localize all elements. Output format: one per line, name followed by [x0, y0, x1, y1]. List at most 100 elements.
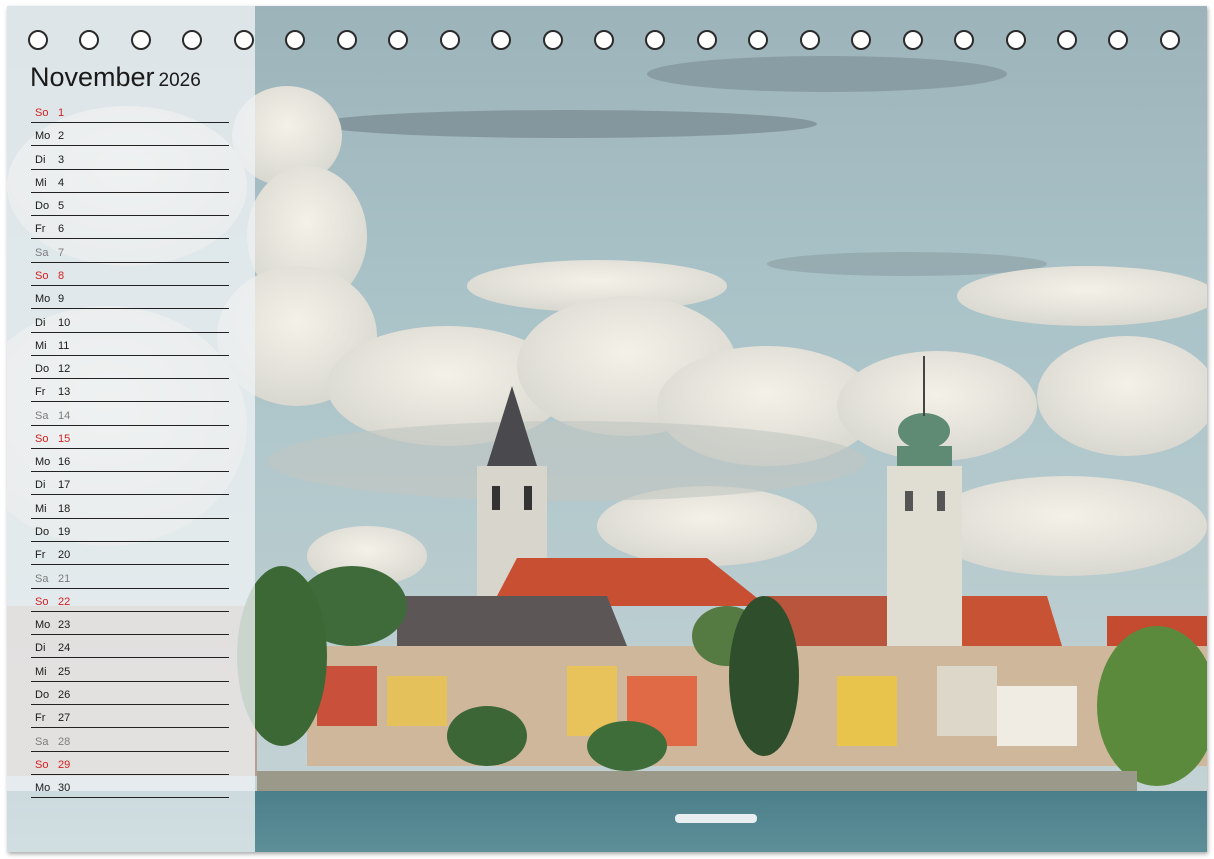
day-number: 21 — [58, 572, 71, 585]
day-number: 24 — [58, 642, 71, 655]
day-row: Do 5 — [31, 193, 229, 217]
day-number: 29 — [58, 758, 71, 771]
calendar-title: November 2026 — [30, 62, 201, 93]
day-row: Di 10 — [31, 310, 229, 333]
day-row: So 15 — [31, 426, 229, 449]
binding-hole — [1159, 30, 1180, 50]
weekday-label: Sa — [35, 572, 49, 585]
day-number: 22 — [58, 595, 71, 608]
day-row: So 1 — [31, 100, 229, 123]
day-number: 7 — [58, 246, 65, 259]
binding-hole — [1057, 30, 1077, 50]
weekday-label: So — [35, 269, 49, 282]
weekday-label: Mo — [35, 130, 51, 143]
day-row: So 29 — [31, 752, 229, 775]
day-row: Sa 28 — [31, 729, 229, 752]
weekday-label: Mo — [35, 293, 51, 306]
binding-hole — [1108, 30, 1129, 50]
weekday-label: Mi — [35, 665, 47, 678]
day-row: Mo 30 — [31, 775, 229, 799]
year: 2026 — [158, 70, 201, 91]
day-number: 11 — [58, 339, 70, 352]
day-number: 19 — [58, 526, 71, 539]
weekday-label: Do — [35, 200, 50, 213]
day-row: Di 17 — [31, 472, 229, 496]
binding-hole — [28, 30, 48, 50]
weekday-label: So — [35, 432, 49, 445]
binding-hole — [1005, 30, 1026, 50]
day-number: 13 — [58, 386, 71, 399]
day-number: 18 — [58, 502, 71, 515]
day-number: 10 — [58, 316, 71, 329]
binding-hole — [130, 30, 151, 50]
weekday-label: Do — [35, 363, 50, 376]
day-row: Mi 18 — [31, 496, 229, 519]
day-number: 2 — [58, 130, 65, 143]
weekday-label: Sa — [35, 735, 49, 748]
weekday-label: So — [35, 758, 49, 771]
weekday-label: Mo — [35, 456, 51, 469]
day-row: Mo 16 — [31, 449, 229, 473]
weekday-label: Di — [35, 316, 46, 329]
day-row: Sa 7 — [31, 240, 229, 263]
weekday-label: Mi — [35, 176, 47, 189]
day-number: 26 — [58, 689, 71, 701]
binding-hole — [79, 30, 100, 50]
day-row: Mo 23 — [31, 612, 229, 636]
binding-hole — [799, 30, 820, 50]
day-number: 12 — [58, 363, 71, 376]
month-name: November — [30, 62, 155, 92]
weekday-label: Do — [35, 526, 50, 539]
day-row: Mi 4 — [31, 170, 229, 193]
weekday-label: Fr — [35, 223, 46, 236]
day-row: So 22 — [31, 589, 229, 612]
weekday-label: Sa — [35, 246, 49, 259]
binding-hole — [902, 30, 923, 50]
binding-hole — [748, 30, 769, 50]
calendar-page: November 2026 So 1 Mo 2 Di 3 Mi 4 Do 5 Fr 6 Sa 7 So 8 Mo 9… — [7, 6, 1207, 852]
day-row: So 8 — [31, 263, 229, 286]
day-row: Sa 14 — [31, 403, 229, 426]
day-number: 14 — [58, 409, 71, 422]
day-row: Di 24 — [31, 635, 229, 659]
day-number: 6 — [58, 223, 65, 236]
weekday-label: Fr — [35, 549, 46, 562]
day-number: 28 — [58, 735, 71, 748]
binding-hole — [851, 30, 872, 50]
day-row: Do 19 — [31, 519, 229, 543]
weekday-label: Mi — [35, 339, 47, 352]
binding-hole — [388, 30, 409, 50]
day-row: Do 12 — [31, 356, 229, 380]
day-number: 20 — [58, 549, 71, 562]
day-row: Mo 2 — [31, 123, 229, 147]
day-number: 9 — [58, 293, 65, 306]
day-number: 5 — [58, 200, 65, 213]
day-number: 8 — [58, 269, 65, 282]
binding-hole — [645, 30, 666, 50]
day-row: Mi 25 — [31, 659, 229, 682]
weekday-label: Di — [35, 153, 46, 166]
day-number: 25 — [58, 665, 71, 678]
weekday-label: Fr — [35, 712, 46, 725]
day-row: Do 26 — [31, 682, 229, 705]
day-row: Fr 27 — [31, 705, 229, 729]
weekday-label: Mi — [35, 502, 47, 515]
day-number: 30 — [58, 782, 71, 795]
day-number: 16 — [58, 456, 71, 469]
day-number: 1 — [58, 107, 65, 119]
weekday-label: Mo — [35, 619, 51, 632]
weekday-label: Di — [35, 642, 46, 655]
weekday-label: Do — [35, 689, 50, 701]
binding-hole — [954, 30, 975, 50]
binding-holes — [7, 30, 1207, 56]
weekday-label: Mo — [35, 782, 51, 795]
weekday-label: So — [35, 595, 49, 608]
day-row: Mi 11 — [31, 333, 229, 356]
day-number: 27 — [58, 712, 71, 725]
binding-hole — [491, 30, 512, 50]
day-row: Fr 20 — [31, 542, 229, 566]
binding-hole — [593, 30, 614, 50]
day-number: 4 — [58, 176, 65, 189]
binding-hole — [233, 30, 254, 50]
binding-hole — [696, 30, 717, 50]
